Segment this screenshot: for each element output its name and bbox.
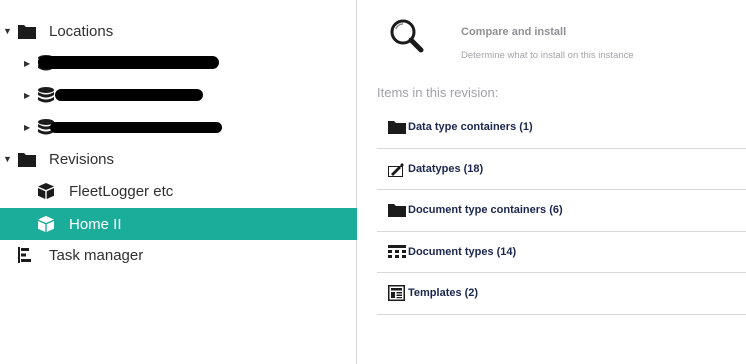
redacted-location-name bbox=[55, 89, 203, 101]
database-icon bbox=[38, 87, 54, 103]
caret-right-icon[interactable]: ▶ bbox=[24, 123, 30, 132]
package-icon bbox=[38, 216, 54, 232]
tree-label-revisions: Revisions bbox=[49, 150, 115, 168]
tree-node-location-2[interactable]: ▶ bbox=[0, 79, 357, 111]
tree-node-fleetlogger[interactable]: FleetLogger etc bbox=[0, 175, 357, 207]
list-item-label: Document type containers (6) bbox=[408, 204, 563, 217]
compare-and-install-subtitle: Determine what to install on this instan… bbox=[461, 50, 634, 61]
list-item-label: Document types (14) bbox=[408, 245, 517, 258]
redacted-location-name bbox=[38, 56, 219, 69]
caret-down-icon[interactable]: ▼ bbox=[3, 154, 12, 164]
tree-node-home-ii[interactable]: Home II bbox=[0, 208, 357, 240]
tree-node-location-3[interactable]: ▶ bbox=[0, 111, 357, 143]
folder-icon bbox=[388, 121, 406, 135]
document-type-icon bbox=[388, 244, 406, 258]
list-item-data-type-containers[interactable]: Data type containers (1) bbox=[377, 107, 746, 149]
template-icon bbox=[388, 285, 405, 302]
tree-node-locations[interactable]: ▼ Locations bbox=[0, 15, 357, 47]
tree-node-task-manager[interactable]: Task manager bbox=[0, 239, 357, 271]
compare-and-install-title: Compare and install bbox=[461, 26, 567, 38]
compare-and-install-action[interactable]: Compare and install Determine what to in… bbox=[388, 18, 688, 66]
datatype-icon bbox=[388, 162, 404, 177]
tree-node-revisions[interactable]: ▼ Revisions bbox=[0, 143, 357, 175]
list-item-document-type-containers[interactable]: Document type containers (6) bbox=[377, 190, 746, 232]
revision-items-list: Data type containers (1) Datatypes (18) … bbox=[377, 107, 746, 315]
caret-right-icon[interactable]: ▶ bbox=[24, 59, 30, 68]
tree-label-locations: Locations bbox=[49, 22, 114, 40]
list-item-document-types[interactable]: Document types (14) bbox=[377, 232, 746, 273]
folder-icon bbox=[18, 153, 36, 167]
list-item-templates[interactable]: Templates (2) bbox=[377, 273, 746, 315]
items-heading: Items in this revision: bbox=[377, 85, 499, 100]
list-item-label: Datatypes (18) bbox=[408, 162, 484, 175]
list-item-label: Templates (2) bbox=[408, 287, 479, 300]
tree-label-fleetlogger: FleetLogger etc bbox=[69, 182, 174, 200]
tree-node-location-1[interactable]: ▶ bbox=[0, 47, 357, 79]
caret-right-icon[interactable]: ▶ bbox=[24, 91, 30, 100]
package-icon bbox=[38, 183, 54, 199]
tree-label-task-manager: Task manager bbox=[49, 246, 144, 264]
list-item-datatypes[interactable]: Datatypes (18) bbox=[377, 149, 746, 190]
task-manager-icon bbox=[18, 247, 31, 263]
tree-label-home-ii: Home II bbox=[69, 215, 122, 233]
list-item-label: Data type containers (1) bbox=[408, 121, 533, 134]
magnifier-icon bbox=[390, 19, 424, 53]
revision-detail-panel: Compare and install Determine what to in… bbox=[358, 0, 746, 364]
caret-down-icon[interactable]: ▼ bbox=[3, 26, 12, 36]
folder-icon bbox=[388, 204, 406, 218]
redacted-location-name bbox=[50, 122, 222, 133]
tree-panel: ▼ Locations ▶ ▶ ▶ ▼ Revisions FleetLogge… bbox=[0, 0, 357, 364]
folder-icon bbox=[18, 25, 36, 39]
